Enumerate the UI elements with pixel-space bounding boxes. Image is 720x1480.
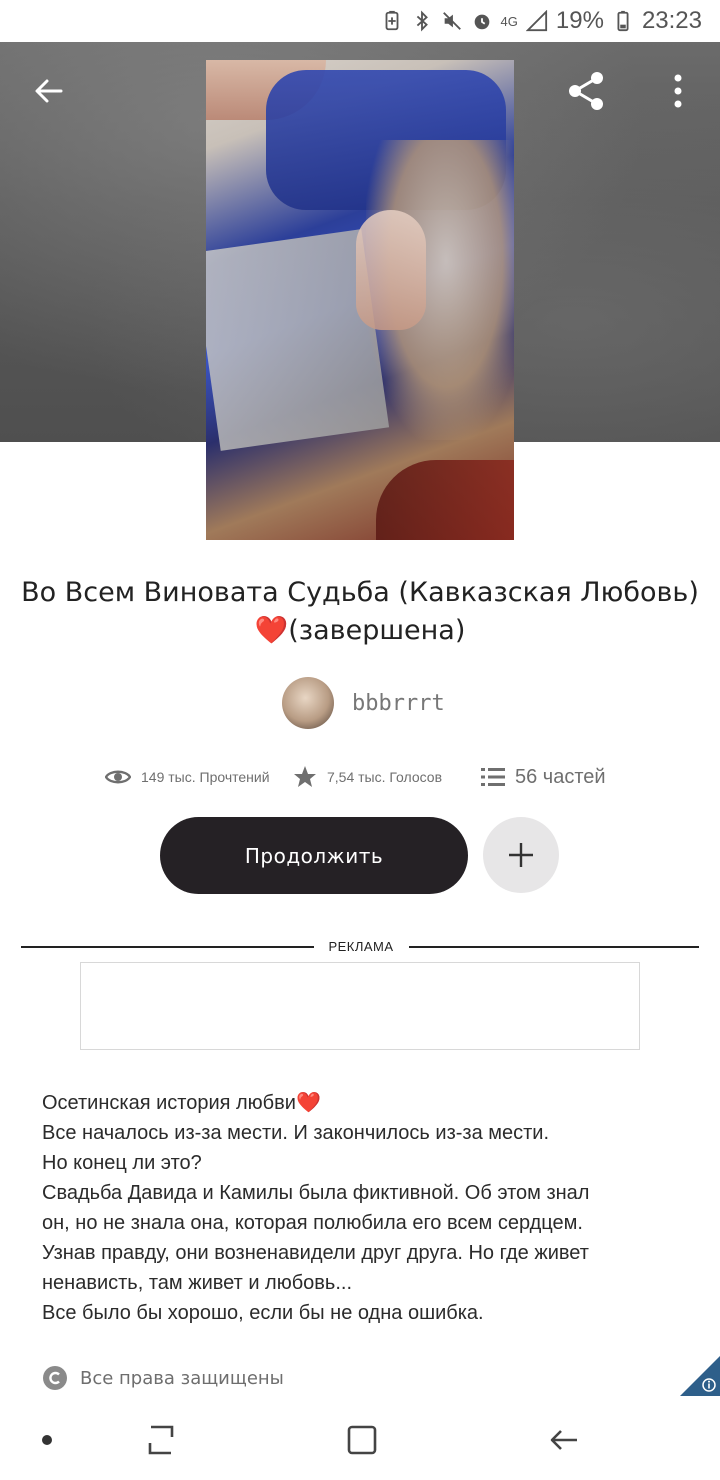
copyright-label: Все права защищены	[80, 1367, 284, 1389]
description-line: ненависть, там живет и любовь...	[42, 1272, 353, 1294]
battery-saver-icon	[381, 10, 403, 32]
plus-icon	[509, 843, 533, 867]
dot-icon	[42, 1435, 52, 1445]
more-options-button[interactable]	[650, 63, 706, 119]
story-stats: 149 тыс. Прочтений 7,54 тыс. Голосов 56 …	[0, 760, 720, 794]
heart-emoji: ❤️	[295, 1092, 321, 1114]
arrow-left-icon	[35, 79, 63, 103]
story-status: (завершена)	[288, 615, 466, 646]
author-link[interactable]: bbbrrrt	[282, 675, 445, 731]
alarm-icon	[471, 10, 493, 32]
story-title: Во Всем Виновата Судьба (Кавказская Любо…	[20, 574, 700, 650]
add-to-library-button[interactable]	[483, 817, 559, 893]
cover-detail	[356, 210, 426, 330]
description-line: Узнав правду, они возненавидели друг дру…	[42, 1242, 589, 1264]
status-bar: 4G 19% 23:23	[0, 0, 720, 42]
home-icon	[347, 1425, 377, 1455]
description-line: Все началось из-за мести. И закончилось …	[42, 1122, 550, 1144]
recent-apps-button[interactable]	[141, 1420, 181, 1460]
story-description: Осетинская история любви❤️ Все началось …	[42, 1088, 682, 1328]
copyright-icon	[43, 1366, 67, 1390]
story-cover-image	[206, 60, 514, 540]
continue-label: Продолжить	[244, 843, 384, 868]
more-vertical-icon	[674, 74, 682, 108]
back-button[interactable]	[21, 63, 77, 119]
heart-emoji: ❤️	[254, 615, 289, 646]
ad-label: РЕКЛАМА	[328, 939, 394, 954]
back-icon	[550, 1430, 577, 1450]
votes-count: 7,54 тыс. Голосов	[327, 769, 443, 785]
parts-stat[interactable]: 56 частей	[481, 760, 606, 794]
description-line: он, но не знала она, которая полюбила ег…	[42, 1212, 583, 1234]
description-line: Все было бы хорошо, если бы не одна ошиб…	[42, 1302, 484, 1324]
bluetooth-icon	[411, 10, 433, 32]
share-button[interactable]	[558, 63, 614, 119]
author-avatar[interactable]	[282, 677, 334, 729]
ad-slot[interactable]	[80, 962, 640, 1050]
copyright-notice: Все права защищены	[42, 1362, 284, 1394]
description-line: Осетинская история любви❤️	[42, 1088, 682, 1118]
recent-apps-icon	[148, 1425, 174, 1455]
description-line: Но конец ли это?	[42, 1152, 202, 1174]
author-name[interactable]: bbbrrrt	[352, 691, 445, 716]
divider-line	[21, 946, 314, 948]
mute-icon	[441, 10, 463, 32]
signal-icon	[525, 10, 548, 32]
status-icons: 4G 19% 23:23	[381, 6, 702, 36]
cover-detail	[376, 460, 514, 540]
info-corner-badge[interactable]	[680, 1356, 720, 1396]
clock: 23:23	[641, 7, 702, 34]
parts-count[interactable]: 56 частей	[515, 766, 606, 789]
nav-dot[interactable]	[27, 1420, 67, 1460]
description-text: Осетинская история любви	[42, 1092, 296, 1114]
reads-count: 149 тыс. Прочтений	[141, 769, 270, 785]
divider-line	[409, 946, 699, 948]
votes-stat: 7,54 тыс. Голосов	[293, 760, 442, 794]
eye-icon	[105, 770, 131, 784]
home-button[interactable]	[342, 1420, 382, 1460]
story-title-text: Во Всем Виновата Судьба (Кавказская Любо…	[21, 577, 699, 608]
system-back-button[interactable]	[544, 1420, 584, 1460]
description-line: Свадьба Давида и Камилы была фиктивной. …	[42, 1182, 590, 1204]
share-icon	[569, 72, 603, 110]
battery-percent: 19%	[555, 7, 604, 34]
reads-stat: 149 тыс. Прочтений	[105, 760, 270, 794]
star-icon	[294, 766, 316, 787]
network-type: 4G	[500, 13, 518, 29]
system-nav-bar	[0, 1400, 720, 1480]
continue-reading-button[interactable]: Продолжить	[160, 817, 468, 894]
ad-divider: РЕКЛАМА	[21, 937, 699, 957]
battery-icon	[612, 10, 634, 32]
list-icon	[481, 768, 505, 786]
info-icon	[680, 1356, 720, 1396]
